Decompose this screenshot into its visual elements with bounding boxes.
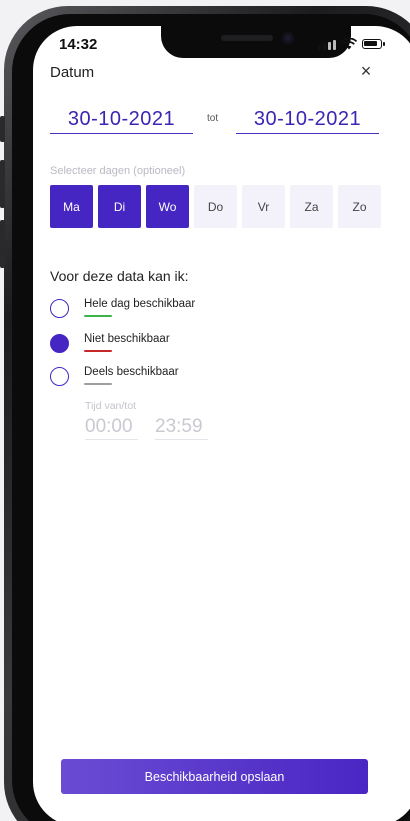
volume-down-button	[0, 220, 5, 268]
mute-switch	[0, 116, 5, 142]
option-deels[interactable]: Deels beschikbaar	[50, 365, 179, 387]
day-button-vr[interactable]: Vr	[242, 185, 285, 228]
day-button-di[interactable]: Di	[98, 185, 141, 228]
date-separator-label: tot	[207, 113, 219, 124]
option-niet[interactable]: Niet beschikbaar	[50, 332, 170, 354]
option-label-niet: Niet beschikbaar	[84, 333, 170, 352]
day-button-wo[interactable]: Wo	[146, 185, 189, 228]
option-text-hele-dag: Hele dag beschikbaar	[84, 298, 196, 310]
status-time: 14:32	[59, 36, 98, 53]
option-label-hele-dag: Hele dag beschikbaar	[84, 298, 196, 317]
speaker-grille	[221, 35, 273, 41]
date-to-input[interactable]	[236, 106, 379, 134]
date-from-input[interactable]	[50, 106, 193, 134]
wifi-icon	[341, 38, 357, 50]
phone-screen: 14:32 Datum × tot Selecteer dagen (optio…	[33, 26, 410, 821]
volume-up-button	[0, 160, 5, 208]
color-indicator-red	[84, 350, 112, 352]
app-screenshot: 14:32 Datum × tot Selecteer dagen (optio…	[0, 0, 410, 821]
time-to-input[interactable]	[155, 414, 208, 440]
option-text-deels: Deels beschikbaar	[84, 366, 179, 378]
day-selector: Ma Di Wo Do Vr Za Zo	[50, 185, 381, 228]
day-button-do[interactable]: Do	[194, 185, 237, 228]
option-hele-dag[interactable]: Hele dag beschikbaar	[50, 297, 195, 319]
availability-heading: Voor deze data kan ik:	[50, 268, 189, 284]
time-range-label: Tijd van/tot	[85, 400, 136, 412]
color-indicator-green	[84, 315, 112, 317]
time-from-input[interactable]	[85, 414, 138, 440]
page-title: Datum	[50, 64, 95, 81]
option-label-deels: Deels beschikbaar	[84, 366, 179, 385]
close-icon[interactable]: ×	[355, 60, 377, 82]
camera-icon	[282, 32, 294, 44]
radio-niet[interactable]	[50, 333, 69, 353]
day-button-zo[interactable]: Zo	[338, 185, 381, 228]
day-button-ma[interactable]: Ma	[50, 185, 93, 228]
radio-deels[interactable]	[50, 366, 69, 386]
color-indicator-grey	[84, 383, 112, 385]
day-button-za[interactable]: Za	[290, 185, 333, 228]
battery-icon	[362, 39, 382, 49]
status-icons	[318, 38, 385, 50]
option-text-niet: Niet beschikbaar	[84, 333, 170, 345]
battery-cap	[383, 42, 385, 46]
save-availability-button[interactable]: Beschikbaarheid opslaan	[61, 759, 368, 794]
radio-hele-dag[interactable]	[50, 298, 69, 318]
day-selector-label: Selecteer dagen (optioneel)	[50, 165, 186, 177]
signal-icon	[318, 39, 336, 50]
